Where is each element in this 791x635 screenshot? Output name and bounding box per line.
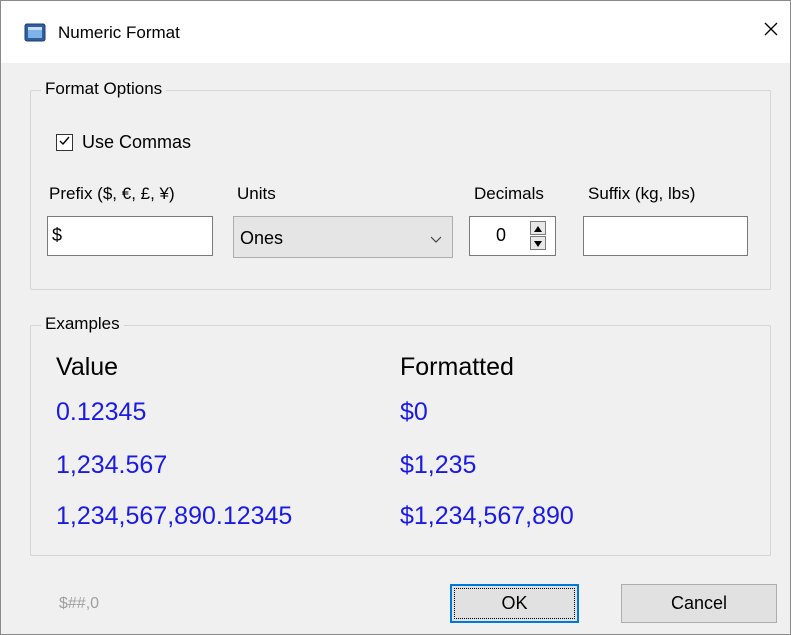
decimals-value: 0 [496, 225, 507, 245]
examples-legend: Examples [41, 314, 124, 334]
use-commas-label: Use Commas [82, 132, 192, 152]
close-button[interactable] [753, 13, 789, 49]
example-value: 1,234.567 [56, 451, 168, 479]
numeric-format-dialog: Numeric Format Format Options Use Commas… [0, 0, 791, 635]
example-formatted: $1,235 [400, 451, 477, 479]
cancel-button[interactable]: Cancel [621, 584, 777, 623]
triangle-down-icon [534, 234, 542, 252]
units-label: Units [237, 184, 276, 203]
value-column-header: Value [56, 353, 119, 381]
format-string-preview: $##,0 [59, 595, 100, 612]
window-title: Numeric Format [58, 23, 180, 42]
ok-button[interactable]: OK [450, 584, 579, 623]
suffix-label: Suffix (kg, lbs) [588, 184, 696, 203]
prefix-label: Prefix ($, €, £, ¥) [49, 184, 175, 203]
suffix-input[interactable] [583, 216, 748, 256]
units-selected-value: Ones [240, 228, 284, 248]
focus-indicator [454, 588, 575, 619]
example-value: 0.12345 [56, 398, 147, 426]
checkmark-icon [58, 134, 71, 152]
example-formatted: $1,234,567,890 [400, 502, 574, 530]
example-value: 1,234,567,890.12345 [56, 502, 293, 530]
decimals-label: Decimals [474, 184, 544, 203]
decimals-decrement-button[interactable] [530, 236, 546, 250]
use-commas-check-box[interactable] [56, 134, 73, 151]
close-icon [763, 21, 779, 42]
title-bar: Numeric Format [1, 1, 790, 63]
cancel-button-label: Cancel [670, 593, 728, 613]
chevron-down-icon [430, 231, 442, 249]
app-window-icon [24, 23, 46, 43]
example-formatted: $0 [400, 398, 428, 426]
use-commas-checkbox[interactable]: Use Commas [56, 132, 191, 153]
prefix-input[interactable]: $ [47, 216, 213, 256]
format-options-legend: Format Options [41, 79, 167, 99]
formatted-column-header: Formatted [400, 353, 514, 381]
decimals-increment-button[interactable] [530, 221, 546, 235]
decimals-stepper[interactable]: 0 [469, 216, 556, 256]
units-dropdown[interactable]: Ones [233, 216, 453, 258]
